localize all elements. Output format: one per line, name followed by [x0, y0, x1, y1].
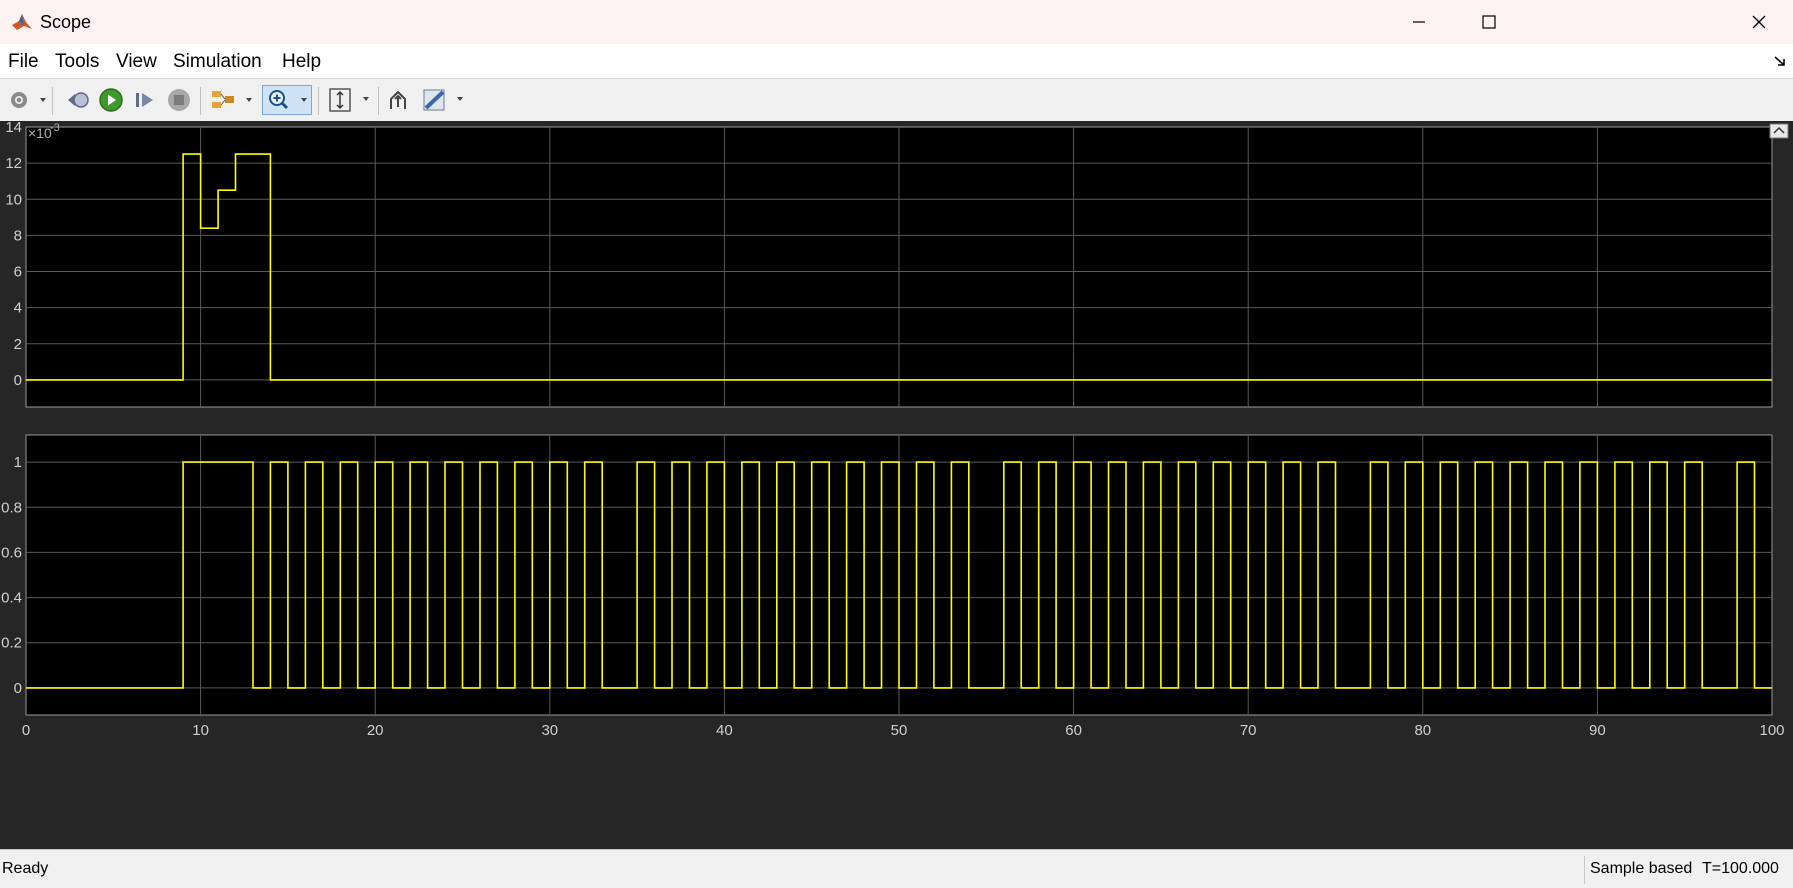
x-tick-label: 20 [367, 722, 384, 739]
measurements-button[interactable] [420, 85, 466, 115]
undock-arrow-icon[interactable] [1773, 54, 1787, 68]
settings-button[interactable] [6, 85, 48, 115]
y-tick-label: 4 [14, 300, 22, 317]
maximize-icon [1482, 15, 1496, 29]
menu-bar: File Tools View Simulation Help [0, 44, 1793, 78]
matlab-icon [12, 14, 32, 30]
autoscale-icon [329, 88, 369, 112]
x-tick-label: 80 [1414, 722, 1431, 739]
y-tick-label: 0.6 [1, 544, 22, 561]
y-tick-label: 10 [5, 191, 22, 208]
title-bar: Scope [0, 0, 1793, 44]
signal-selector-icon [212, 91, 252, 108]
x-tick-label: 60 [1065, 722, 1082, 739]
x-tick-label: 0 [22, 722, 30, 739]
minimize-button[interactable] [1384, 0, 1454, 44]
y-tick-label: 14 [5, 121, 22, 136]
x-tick-label: 40 [716, 722, 733, 739]
x-tick-label: 50 [891, 722, 908, 739]
y-tick-label: 6 [14, 264, 22, 281]
stop-button[interactable] [164, 85, 194, 115]
step-back-icon [68, 92, 89, 108]
status-bar: Ready Sample based T=100.000 [0, 849, 1793, 888]
menu-view[interactable]: View [116, 51, 157, 73]
y-tick-label: 0.2 [1, 635, 22, 652]
y-tick-label: 12 [5, 155, 22, 172]
menu-tools[interactable]: Tools [55, 51, 99, 73]
x-tick-label: 90 [1589, 722, 1606, 739]
menu-help[interactable]: Help [282, 51, 321, 73]
signal-selector-button[interactable] [208, 85, 254, 115]
menu-simulation[interactable]: Simulation [173, 51, 262, 73]
zoom-in-button[interactable] [262, 85, 312, 115]
highlight-block-icon [390, 90, 406, 109]
undock-axes-button[interactable] [1769, 123, 1789, 139]
y-tick-label: 0.4 [1, 590, 22, 607]
maximize-button[interactable] [1454, 0, 1524, 44]
stop-icon [168, 89, 190, 111]
scope-display: 0 2 4 6 8 10 12 14 0 0.2 0.4 0.6 0.8 1 0 10 20 30 40 50 60 7… [0, 121, 1793, 849]
autoscale-button[interactable] [326, 85, 372, 115]
x-tick-label: 30 [541, 722, 558, 739]
step-forward-button[interactable] [130, 85, 160, 115]
x-tick-label: 70 [1240, 722, 1257, 739]
exponent-power: -3 [50, 122, 60, 134]
axes-top[interactable]: 0 2 4 6 8 10 12 14 [5, 121, 1773, 408]
measurements-icon [423, 89, 463, 111]
close-button[interactable] [1724, 0, 1793, 44]
run-icon [99, 88, 123, 112]
y-tick-label: 0.8 [1, 499, 22, 516]
y-tick-label: 2 [14, 336, 22, 353]
scope-svg: 02468101214 00.20.40.60.810 10 20 30 40 50 60 7… [1, 121, 1789, 739]
axes-bottom[interactable]: 00.20.40.60.810 10 20 30 40 50 60 70 80 90 100 [1, 434, 1785, 739]
status-text: Ready [2, 860, 49, 877]
step-forward-icon [136, 93, 153, 107]
y-tick-label: 0 [14, 680, 22, 697]
highlight-block-button[interactable] [384, 85, 414, 115]
minimize-icon [1413, 21, 1425, 23]
run-button[interactable] [96, 85, 126, 115]
x-tick-label: 10 [192, 722, 209, 739]
y-tick-label: 1 [14, 454, 22, 471]
exponent-base: ×10 [28, 125, 52, 141]
menu-file[interactable]: File [8, 51, 39, 73]
toolbar-separator [318, 87, 319, 115]
window-title: Scope [40, 12, 92, 32]
toolbar-separator [378, 87, 379, 115]
signal-trace [26, 461, 1772, 689]
step-back-button[interactable] [62, 85, 92, 115]
zoom-in-icon [269, 90, 307, 110]
toolbar [0, 78, 1793, 122]
sim-time: T=100.000 [1702, 860, 1779, 877]
settings-icon [11, 92, 46, 108]
toolbar-separator [52, 87, 53, 115]
y-tick-label: 8 [14, 227, 22, 244]
x-tick-label: 100 [1759, 722, 1784, 739]
toolbar-separator [200, 87, 201, 115]
y-tick-label: 0 [14, 372, 22, 389]
sample-mode: Sample based [1590, 860, 1693, 877]
close-icon [1752, 15, 1766, 29]
status-info: Sample based T=100.000 [1584, 856, 1791, 884]
